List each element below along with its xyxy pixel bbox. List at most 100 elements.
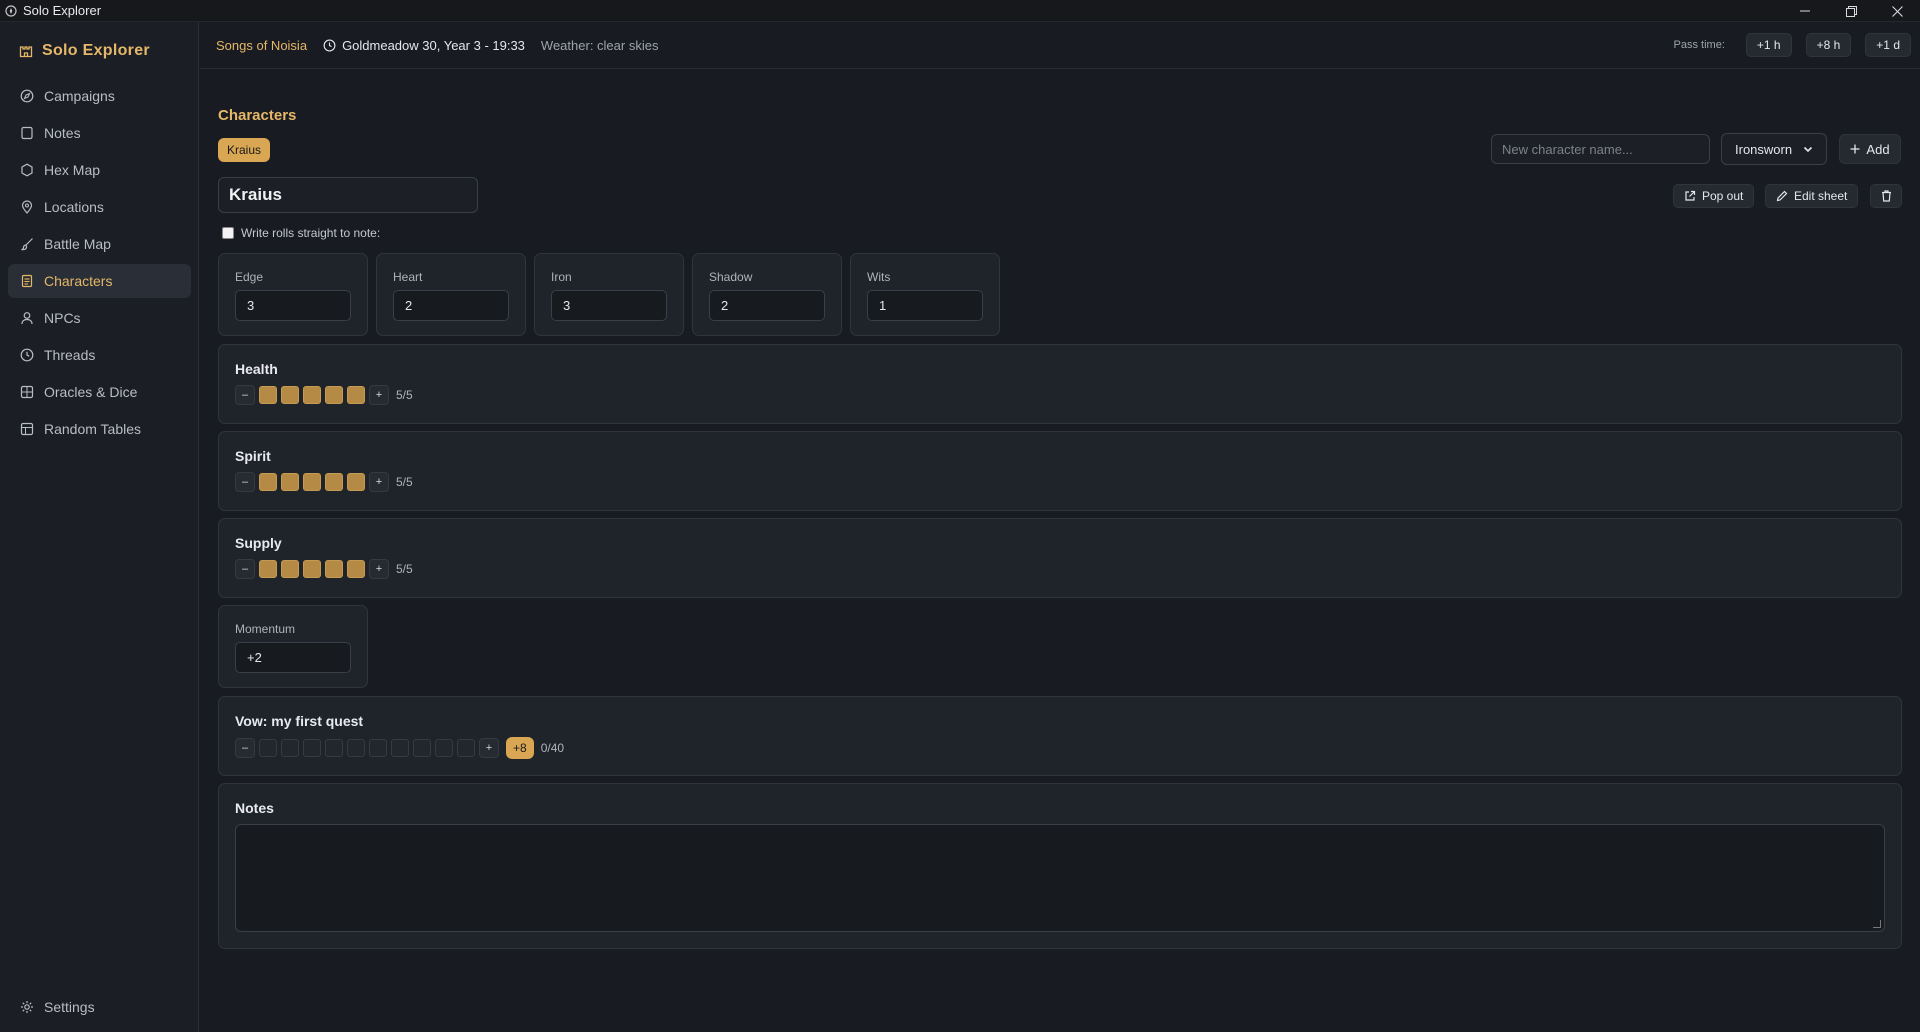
health-box[interactable] [325,386,343,404]
spirit-increment-button[interactable]: + [369,472,389,492]
resize-grip-icon[interactable] [1873,920,1881,928]
stat-edge: Edge 3 [218,253,368,336]
sidebar-item-notes[interactable]: Notes [8,116,191,150]
spirit-panel: Spirit – + 5/5 [218,431,1902,511]
topbar: Songs of Noisia Goldmeadow 30, Year 3 - … [200,22,1920,69]
pass-8h-button[interactable]: +8 h [1805,33,1852,57]
edit-sheet-label: Edit sheet [1794,189,1848,203]
supply-box[interactable] [303,560,321,578]
brand[interactable]: Solo Explorer [19,42,150,60]
health-box[interactable] [347,386,365,404]
character-name-field[interactable]: Kraius [218,177,478,213]
vow-progress-box[interactable] [347,739,365,757]
spirit-box[interactable] [281,473,299,491]
sidebar-item-oracles-dice[interactable]: Oracles & Dice [8,375,191,409]
vow-progress-box[interactable] [457,739,475,757]
supply-decrement-button[interactable]: – [235,559,255,579]
health-box[interactable] [259,386,277,404]
supply-box[interactable] [281,560,299,578]
spirit-box[interactable] [347,473,365,491]
sidebar-item-characters[interactable]: Characters [8,264,191,298]
system-select[interactable]: Ironsworn [1721,133,1827,165]
stat-shadow-input[interactable]: 2 [709,290,825,321]
table-icon [20,422,34,436]
restore-icon [1845,5,1857,17]
spirit-decrement-button[interactable]: – [235,472,255,492]
vow-progress-box[interactable] [435,739,453,757]
pop-out-button[interactable]: Pop out [1673,184,1755,208]
app-icon [5,4,19,18]
spirit-box[interactable] [325,473,343,491]
sidebar-item-battle-map[interactable]: Battle Map [8,227,191,261]
sidebar: Solo Explorer Campaigns Notes Hex Map Lo… [0,22,199,1032]
add-character-button[interactable]: Add [1839,134,1901,164]
stat-edge-input[interactable]: 3 [235,290,351,321]
stat-wits-input[interactable]: 1 [867,290,983,321]
momentum-input[interactable]: +2 [235,642,351,673]
vow-progress-roll-button[interactable]: +8 [506,737,534,759]
supply-box[interactable] [347,560,365,578]
stat-heart-input[interactable]: 2 [393,290,509,321]
health-box[interactable] [281,386,299,404]
notes-textarea[interactable] [235,824,1885,932]
vow-increment-button[interactable]: + [479,738,499,758]
supply-title: Supply [235,535,282,551]
minimize-button[interactable] [1782,0,1828,22]
momentum-card: Momentum +2 [218,605,368,688]
window-title: Solo Explorer [23,3,102,18]
system-select-value: Ironsworn [1735,141,1793,157]
sidebar-item-locations[interactable]: Locations [8,190,191,224]
vow-progress-box[interactable] [303,739,321,757]
vow-progress-box[interactable] [413,739,431,757]
vow-progress-box[interactable] [369,739,387,757]
sidebar-item-hex-map[interactable]: Hex Map [8,153,191,187]
restore-button[interactable] [1828,0,1874,22]
stat-heart: Heart 2 [376,253,526,336]
health-value: 5/5 [396,388,413,402]
pencil-icon [1776,190,1788,202]
spirit-box[interactable] [259,473,277,491]
delete-character-button[interactable] [1870,184,1902,208]
sidebar-item-label: Locations [44,199,104,215]
stat-iron-input[interactable]: 3 [551,290,667,321]
brush-icon [21,238,33,251]
sidebar-item-settings[interactable]: Settings [8,990,191,1024]
vow-progress-box[interactable] [259,739,277,757]
sidebar-item-threads[interactable]: Threads [8,338,191,372]
vow-progress-box[interactable] [281,739,299,757]
write-rolls-checkbox[interactable] [222,227,234,239]
new-character-input[interactable] [1491,134,1710,164]
supply-increment-button[interactable]: + [369,559,389,579]
notes-panel: Notes [218,783,1902,949]
health-title: Health [235,361,278,377]
vow-decrement-button[interactable]: – [235,738,255,758]
health-box[interactable] [303,386,321,404]
stat-label: Wits [867,270,891,284]
clock-icon [20,348,34,362]
stat-label: Iron [551,270,572,284]
hexagon-icon [21,163,33,177]
momentum-label: Momentum [235,622,296,636]
sidebar-item-npcs[interactable]: NPCs [8,301,191,335]
vow-progress-box[interactable] [325,739,343,757]
weather-text: Weather: clear skies [540,37,659,53]
sidebar-item-label: Oracles & Dice [44,384,138,400]
castle-icon [19,46,33,58]
close-button[interactable] [1874,0,1920,22]
character-tab-kraius[interactable]: Kraius [218,138,271,162]
supply-box[interactable] [259,560,277,578]
sidebar-item-random-tables[interactable]: Random Tables [8,412,191,446]
health-increment-button[interactable]: + [369,385,389,405]
sidebar-item-campaigns[interactable]: Campaigns [8,79,191,113]
pass-1h-button[interactable]: +1 h [1745,33,1792,57]
sidebar-item-label: Random Tables [44,421,142,437]
supply-box[interactable] [325,560,343,578]
external-link-icon [1685,190,1696,201]
edit-sheet-button[interactable]: Edit sheet [1765,184,1859,208]
health-decrement-button[interactable]: – [235,385,255,405]
vow-progress-box[interactable] [391,739,409,757]
spirit-box[interactable] [303,473,321,491]
campaign-name[interactable]: Songs of Noisia [216,38,307,53]
clock-icon [323,39,336,51]
pass-1d-button[interactable]: +1 d [1865,33,1911,57]
